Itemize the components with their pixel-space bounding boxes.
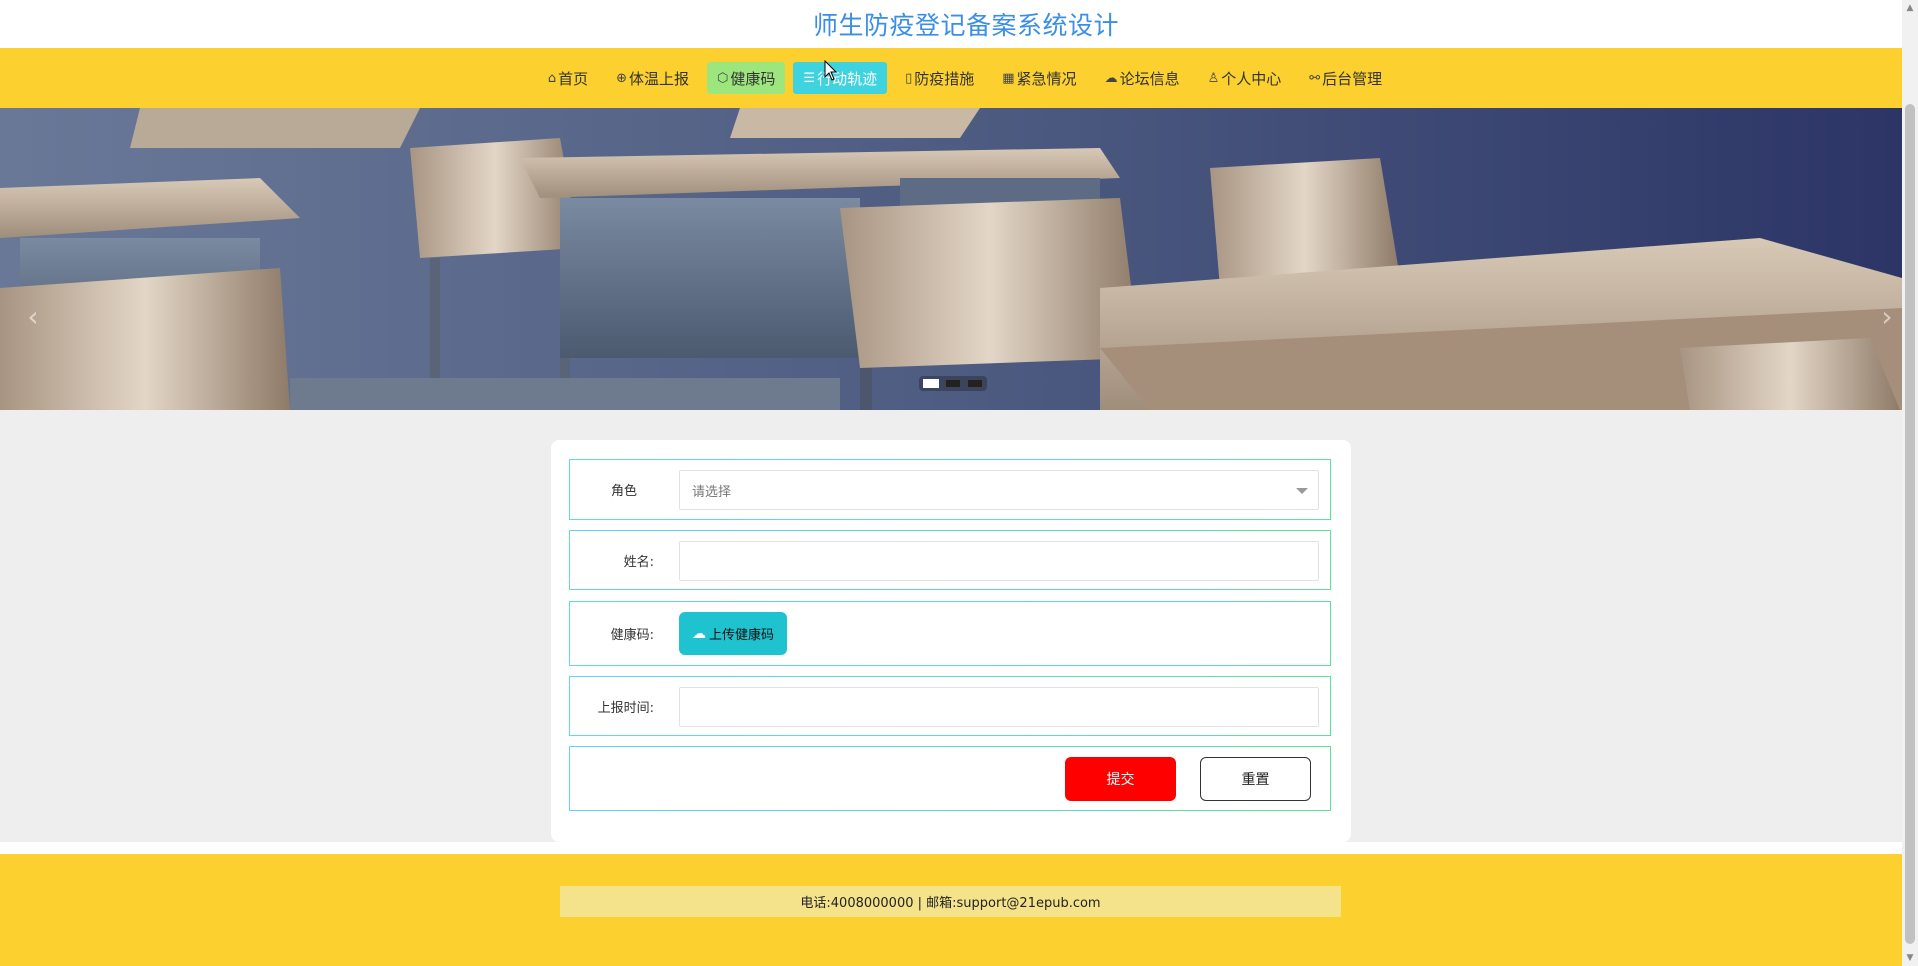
carousel-dot-1[interactable] <box>923 379 939 388</box>
name-label: 姓名: <box>623 554 654 570</box>
nav-label: 健康码 <box>730 69 776 88</box>
box-icon: ⬡ <box>717 70 729 86</box>
carousel-dot-2[interactable] <box>945 379 961 388</box>
page-title: 师生防疫登记备案系统设计 <box>812 11 1119 40</box>
nav-label: 论坛信息 <box>1119 69 1180 88</box>
carousel-prev-icon[interactable]: ‹ <box>18 302 48 332</box>
page: 师生防疫登记备案系统设计 ⌂ 首页 ⊕ 体温上报 ⬡ 健康码 ☰ 行动轨迹 ▯ 防疫措施 … <box>0 0 1902 966</box>
grid-icon: ▦ <box>1002 70 1015 86</box>
scroll-down-icon[interactable]: ▼ <box>1902 950 1918 966</box>
nav-item-temperature[interactable]: ⊕ 体温上报 <box>606 62 699 94</box>
nav-label: 防疫措施 <box>914 69 975 88</box>
link-icon: ⚯ <box>1309 70 1321 86</box>
form-row-actions: 提交 重置 <box>569 746 1331 811</box>
classroom-image <box>0 108 1902 410</box>
upload-label: 上传健康码 <box>708 628 774 643</box>
mouse-cursor-icon <box>824 60 838 81</box>
main-nav: ⌂ 首页 ⊕ 体温上报 ⬡ 健康码 ☰ 行动轨迹 ▯ 防疫措施 ▦ 紧急情况 ☁ 论坛信息 ♙… <box>0 48 1902 108</box>
carousel-dot-3[interactable] <box>967 379 983 388</box>
name-input[interactable] <box>679 541 1319 581</box>
reset-button[interactable]: 重置 <box>1200 757 1311 801</box>
form-row-report-time: 上报时间: <box>569 676 1331 736</box>
scroll-up-icon[interactable]: ▲ <box>1902 0 1918 16</box>
footer-divider <box>0 842 1902 854</box>
footer-contact: 电话:4008000000 | 邮箱:support@21epub.com <box>560 886 1341 917</box>
banner-carousel: ‹ › <box>0 108 1902 410</box>
nav-item-admin[interactable]: ⚯ 后台管理 <box>1299 62 1392 94</box>
vertical-scrollbar[interactable]: ▲ ▼ <box>1902 0 1918 966</box>
clipboard-icon: ▯ <box>905 70 913 86</box>
role-label: 角色 <box>610 484 637 499</box>
health-code-label: 健康码: <box>610 628 654 643</box>
role-select[interactable]: 请选择 <box>679 470 1319 510</box>
report-time-input[interactable] <box>679 687 1319 727</box>
nav-item-health-code[interactable]: ⬡ 健康码 <box>707 62 786 94</box>
user-icon: ♙ <box>1207 70 1220 86</box>
nav-label: 紧急情况 <box>1016 69 1077 88</box>
nav-item-emergency[interactable]: ▦ 紧急情况 <box>992 62 1086 94</box>
nav-item-trajectory[interactable]: ☰ 行动轨迹 <box>793 62 888 94</box>
sliders-icon: ☰ <box>803 70 816 86</box>
nav-label: 体温上报 <box>629 69 690 88</box>
role-select-value: 请选择 <box>692 484 732 500</box>
upload-health-code-button[interactable]: ☁ 上传健康码 <box>679 612 787 655</box>
cloud-icon: ☁ <box>1104 70 1118 86</box>
home-icon: ⌂ <box>547 70 557 86</box>
globe-icon: ⊕ <box>616 70 628 86</box>
nav-item-measures[interactable]: ▯ 防疫措施 <box>895 62 984 94</box>
form-row-name: 姓名: <box>569 530 1331 590</box>
nav-item-home[interactable]: ⌂ 首页 <box>538 62 598 94</box>
carousel-indicators <box>919 376 987 391</box>
nav-item-forum[interactable]: ☁ 论坛信息 <box>1095 62 1190 94</box>
nav-item-profile[interactable]: ♙ 个人中心 <box>1198 62 1292 94</box>
submit-button[interactable]: 提交 <box>1065 757 1176 801</box>
nav-label: 首页 <box>558 69 589 88</box>
report-time-label: 上报时间: <box>597 700 654 716</box>
cloud-upload-icon: ☁ <box>691 625 706 642</box>
form-row-health-code: 健康码: ☁ 上传健康码 <box>569 601 1331 666</box>
nav-label: 个人中心 <box>1221 69 1282 88</box>
title-bar: 师生防疫登记备案系统设计 <box>0 0 1902 48</box>
form-row-role: 角色 请选择 <box>569 459 1331 520</box>
footer: 电话:4008000000 | 邮箱:support@21epub.com <box>0 854 1902 966</box>
nav-label: 后台管理 <box>1322 69 1383 88</box>
carousel-next-icon[interactable]: › <box>1872 302 1902 332</box>
scrollbar-thumb[interactable] <box>1905 104 1915 944</box>
chevron-down-icon <box>1296 488 1308 494</box>
health-code-form: 角色 请选择 姓名: 健康码: ☁ 上传健康码 上报时间: 提交 重置 <box>551 440 1351 842</box>
